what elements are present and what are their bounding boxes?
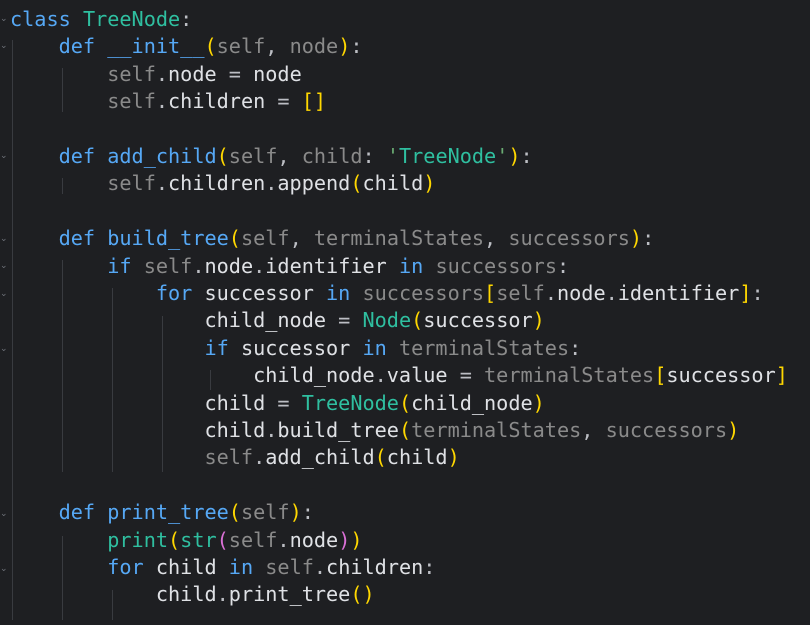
code-text: self.children.append(child)	[107, 171, 436, 196]
fold-marker-icon[interactable]: ⌄	[0, 226, 8, 253]
code-text: self.add_child(child)	[204, 445, 460, 470]
code-text: def print_tree(self):	[58, 500, 314, 525]
code-text: self.node = node	[107, 61, 302, 86]
fold-marker-icon[interactable]: ⌄	[0, 33, 8, 60]
code-text: child.print_tree()	[155, 582, 375, 607]
code-text: if self.node.identifier in successors:	[107, 253, 570, 278]
fold-marker-icon[interactable]: ⌄	[0, 556, 8, 583]
code-text: def add_child(self, child: 'TreeNode'):	[58, 144, 533, 168]
code-text: self.children = []	[107, 89, 327, 114]
code-text: def __init__(self, node):	[58, 34, 363, 59]
fold-marker-icon[interactable]: ⌄	[0, 253, 8, 280]
fold-marker-icon[interactable]: ⌄	[0, 6, 8, 33]
code-text: print(str(self.node))	[107, 527, 363, 552]
code-text: child_node.value = terminalStates[succes…	[253, 363, 788, 388]
fold-marker-icon[interactable]: ⌄	[0, 281, 8, 308]
fold-marker-icon[interactable]: ⌄	[0, 143, 8, 170]
code-editor[interactable]: ⌄ ⌄ ⌄ ⌄ ⌄ ⌄ ⌄ ⌄ ⌄ class TreeNode: def __…	[0, 0, 810, 625]
code-text: child.build_tree(terminalStates, success…	[204, 418, 740, 442]
code-text: for successor in successors[self.node.id…	[155, 281, 764, 305]
code-text: for child in self.children:	[107, 555, 436, 579]
code-text: def build_tree(self, terminalStates, suc…	[58, 226, 655, 251]
code-text: child = TreeNode(child_node)	[204, 390, 545, 415]
fold-marker-icon[interactable]: ⌄	[0, 501, 8, 528]
fold-marker-icon[interactable]: ⌄	[0, 336, 8, 363]
code-text: if successor in terminalStates:	[204, 335, 582, 360]
code-text: class TreeNode:	[10, 7, 193, 31]
code-text: child_node = Node(successor)	[204, 308, 545, 333]
